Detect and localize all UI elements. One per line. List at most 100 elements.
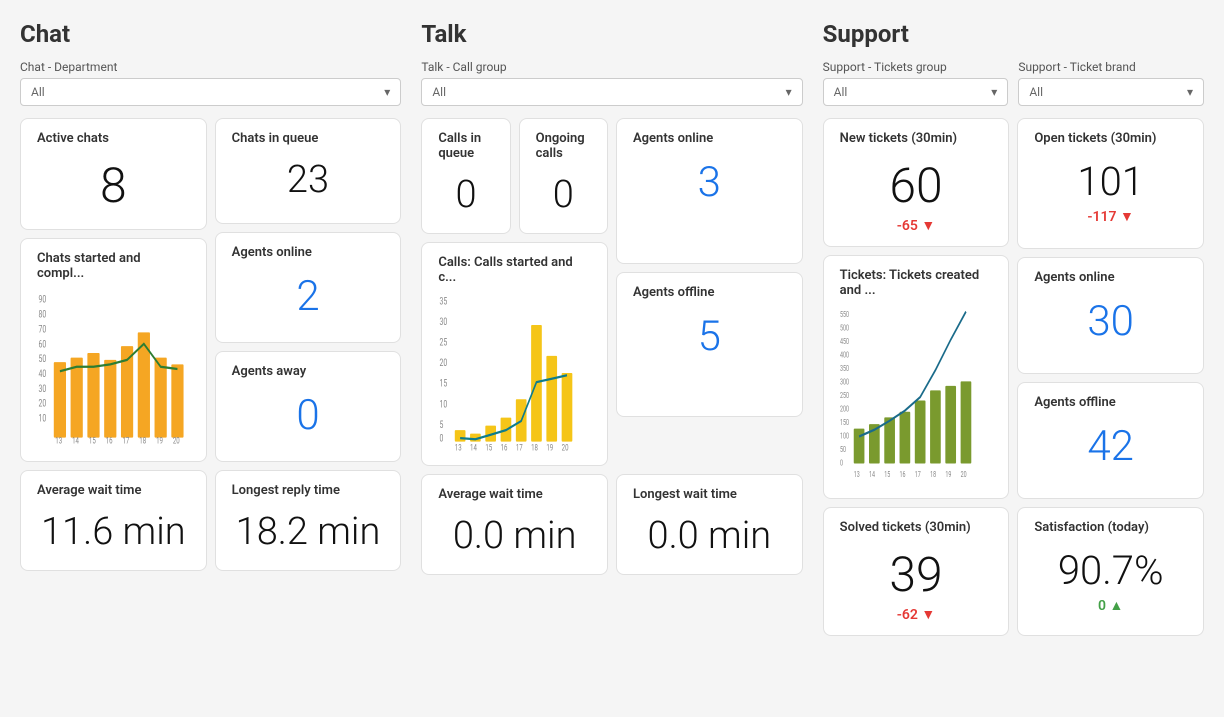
new-tickets-card: New tickets (30min) 60 -65 ▼	[823, 118, 1010, 247]
chat-avg-wait-value: 11.6 min	[37, 502, 190, 558]
open-tickets-card: Open tickets (30min) 101 -117 ▼	[1017, 118, 1204, 249]
talk-callgroup-select[interactable]: All ▾	[421, 78, 802, 106]
svg-text:14: 14	[470, 442, 477, 453]
svg-text:13: 13	[55, 435, 62, 446]
active-chats-card: Active chats 8	[20, 118, 207, 230]
svg-text:5: 5	[440, 419, 444, 431]
svg-text:19: 19	[945, 470, 951, 479]
support-ticketbrand-filter-group: Support - Ticket brand All ▾	[1018, 60, 1204, 106]
support-agents-online-card: Agents online 30	[1017, 257, 1204, 374]
svg-text:50: 50	[840, 445, 846, 454]
talk-title: Talk	[421, 20, 802, 48]
svg-text:15: 15	[884, 470, 890, 479]
chat-agents-away-value: 0	[232, 383, 385, 443]
talk-callgroup-value: All	[432, 85, 446, 99]
support-agents-online-value: 30	[1034, 289, 1187, 349]
support-right-col: Open tickets (30min) 101 -117 ▼ Agents o…	[1017, 118, 1204, 499]
chat-agents-online-label: Agents online	[232, 245, 385, 260]
svg-text:20: 20	[440, 358, 448, 370]
svg-text:16: 16	[899, 470, 905, 479]
svg-text:150: 150	[840, 418, 849, 427]
chat-filters: Chat - Department All ▾	[20, 60, 401, 106]
svg-text:18: 18	[930, 470, 936, 479]
new-tickets-value: 60	[840, 150, 993, 217]
support-top-row: New tickets (30min) 60 -65 ▼ Tickets: Ti…	[823, 118, 1204, 499]
svg-text:500: 500	[840, 324, 849, 333]
satisfaction-delta-icon: ▲	[1109, 598, 1123, 614]
svg-text:200: 200	[840, 405, 849, 414]
chat-chart-svg: 90 80 70 60 50 40 30 20 10	[37, 289, 190, 449]
chat-right-col: Chats in queue 23 Agents online 2 Agents…	[215, 118, 402, 462]
support-ticketbrand-select[interactable]: All ▾	[1018, 78, 1204, 106]
svg-text:16: 16	[501, 442, 508, 453]
chat-section: Chat Chat - Department All ▾ Active chat…	[20, 20, 401, 636]
new-tickets-delta-value: -65	[897, 218, 918, 234]
svg-text:60: 60	[39, 339, 47, 351]
talk-agents-offline-value: 5	[633, 304, 786, 364]
svg-text:13: 13	[853, 470, 859, 479]
talk-avg-wait-label: Average wait time	[438, 487, 591, 502]
svg-text:13: 13	[455, 442, 462, 453]
satisfaction-card: Satisfaction (today) 90.7% 0 ▲	[1017, 507, 1204, 636]
chat-chart-area: 90 80 70 60 50 40 30 20 10	[37, 289, 190, 449]
talk-agents-offline-label: Agents offline	[633, 285, 786, 300]
support-ticketgroup-select[interactable]: All ▾	[823, 78, 1009, 106]
chat-agents-online-value: 2	[232, 264, 385, 324]
support-ticketbrand-label: Support - Ticket brand	[1018, 60, 1204, 74]
chat-avg-wait-label: Average wait time	[37, 483, 190, 498]
svg-text:16: 16	[106, 435, 113, 446]
talk-chart-label: Calls: Calls started and c...	[438, 255, 591, 285]
new-tickets-delta-icon: ▼	[921, 218, 935, 234]
support-ticketgroup-value: All	[834, 85, 848, 99]
talk-callgroup-filter-group: Talk - Call group All ▾	[421, 60, 802, 106]
svg-text:20: 20	[562, 442, 569, 453]
chat-avg-wait-card: Average wait time 11.6 min	[20, 470, 207, 571]
solved-tickets-value: 39	[840, 539, 993, 606]
svg-text:550: 550	[840, 310, 849, 319]
talk-agents-online-label: Agents online	[633, 131, 786, 146]
svg-text:250: 250	[840, 391, 849, 400]
support-agents-offline-value: 42	[1034, 414, 1187, 474]
chat-department-value: All	[31, 85, 45, 99]
chats-in-queue-card: Chats in queue 23	[215, 118, 402, 224]
svg-text:100: 100	[840, 432, 849, 441]
svg-text:35: 35	[440, 296, 448, 308]
support-chart-area: 550 500 450 400 350 300 250 200 150 100 …	[840, 306, 993, 486]
talk-avg-wait-value: 0.0 min	[438, 506, 591, 562]
chat-department-select[interactable]: All ▾	[20, 78, 401, 106]
svg-text:15: 15	[440, 378, 448, 390]
svg-text:80: 80	[39, 309, 47, 321]
chats-in-queue-value: 23	[232, 150, 385, 206]
support-ticketgroup-filter-group: Support - Tickets group All ▾	[823, 60, 1009, 106]
talk-chart-area: 35 30 25 20 15 10 5 0	[438, 293, 591, 453]
talk-longest-wait-card: Longest wait time 0.0 min	[616, 474, 803, 575]
talk-chart-svg: 35 30 25 20 15 10 5 0	[438, 293, 591, 453]
chat-chart-label: Chats started and compl...	[37, 251, 190, 281]
chat-longest-reply-value: 18.2 min	[232, 502, 385, 558]
satisfaction-label: Satisfaction (today)	[1034, 520, 1187, 535]
open-tickets-delta: -117 ▼	[1034, 208, 1187, 225]
svg-text:400: 400	[840, 351, 849, 360]
svg-text:10: 10	[39, 413, 47, 425]
svg-text:70: 70	[39, 324, 47, 336]
talk-section: Talk Talk - Call group All ▾ Calls in qu…	[421, 20, 802, 636]
new-tickets-label: New tickets (30min)	[840, 131, 993, 146]
satisfaction-delta-value: 0	[1098, 598, 1106, 614]
svg-text:50: 50	[39, 354, 47, 366]
talk-chart-card: Calls: Calls started and c... 35 30 25 2…	[421, 242, 608, 466]
chat-bottom-stats: Average wait time 11.6 min Longest reply…	[20, 470, 401, 571]
support-section: Support Support - Tickets group All ▾ Su…	[823, 20, 1204, 636]
svg-text:15: 15	[89, 435, 96, 446]
svg-text:30: 30	[39, 383, 47, 395]
support-chart-card: Tickets: Tickets created and ... 550 500…	[823, 255, 1010, 499]
talk-longest-wait-label: Longest wait time	[633, 487, 786, 502]
support-agents-offline-label: Agents offline	[1034, 395, 1187, 410]
talk-top-row: Calls in queue 0 Ongoing calls 0 Calls: …	[421, 118, 802, 466]
talk-longest-wait-value: 0.0 min	[633, 506, 786, 562]
talk-right-col: Agents online 3 Agents offline 5	[616, 118, 803, 466]
support-left-col: New tickets (30min) 60 -65 ▼ Tickets: Ti…	[823, 118, 1010, 499]
talk-top-cards: Calls in queue 0 Ongoing calls 0	[421, 118, 608, 234]
new-tickets-delta: -65 ▼	[840, 217, 993, 234]
talk-bottom-stats: Average wait time 0.0 min Longest wait t…	[421, 474, 802, 575]
open-tickets-value: 101	[1034, 150, 1187, 208]
